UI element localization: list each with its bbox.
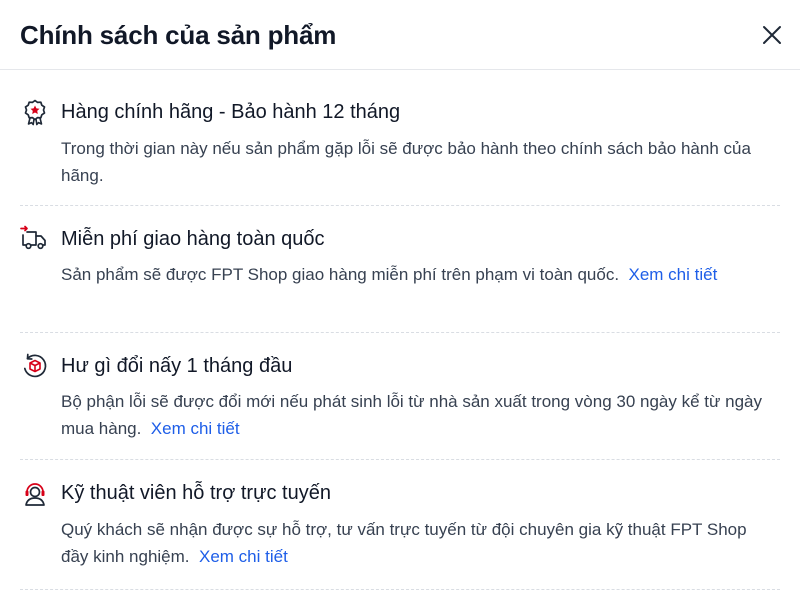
- policy-description: Bộ phận lỗi sẽ được đổi mới nếu phát sin…: [61, 388, 776, 442]
- policy-list: Hàng chính hãng - Bảo hành 12 tháng Tron…: [0, 70, 800, 590]
- policy-item-shipping: Miễn phí giao hàng toàn quốc Sản phẩm sẽ…: [20, 206, 780, 333]
- policy-item-exchange: Hư gì đổi nấy 1 tháng đầu Bộ phận lỗi sẽ…: [20, 333, 780, 460]
- return-box-icon: [20, 351, 50, 381]
- policy-item-support: Kỹ thuật viên hỗ trợ trực tuyến Quý khác…: [20, 460, 780, 590]
- policy-head: Miễn phí giao hàng toàn quốc: [20, 224, 325, 254]
- see-details-link[interactable]: Xem chi tiết: [199, 547, 288, 566]
- policy-head: Hàng chính hãng - Bảo hành 12 tháng: [20, 97, 400, 127]
- policy-item-warranty: Hàng chính hãng - Bảo hành 12 tháng Tron…: [20, 70, 780, 206]
- see-details-link[interactable]: Xem chi tiết: [629, 265, 718, 284]
- close-button[interactable]: [758, 21, 786, 49]
- policy-modal: Chính sách của sản phẩm Hàng chính hãng …: [0, 0, 800, 602]
- see-details-link[interactable]: Xem chi tiết: [151, 419, 240, 438]
- delivery-truck-icon: [20, 224, 50, 254]
- policy-description-text: Quý khách sẽ nhận được sự hỗ trợ, tư vấn…: [61, 520, 747, 566]
- policy-title: Kỹ thuật viên hỗ trợ trực tuyến: [61, 481, 331, 504]
- policy-description-text: Trong thời gian này nếu sản phẩm gặp lỗi…: [61, 139, 751, 185]
- policy-description: Trong thời gian này nếu sản phẩm gặp lỗi…: [61, 135, 776, 189]
- support-agent-icon: [20, 478, 50, 508]
- modal-header: Chính sách của sản phẩm: [0, 0, 800, 70]
- modal-title: Chính sách của sản phẩm: [20, 20, 337, 50]
- badge-star-icon: [20, 97, 50, 127]
- policy-description: Quý khách sẽ nhận được sự hỗ trợ, tư vấn…: [61, 516, 776, 570]
- policy-title: Hư gì đổi nấy 1 tháng đầu: [61, 354, 293, 377]
- policy-description-text: Sản phẩm sẽ được FPT Shop giao hàng miễn…: [61, 265, 620, 284]
- policy-title: Hàng chính hãng - Bảo hành 12 tháng: [61, 100, 401, 123]
- policy-head: Kỹ thuật viên hỗ trợ trực tuyến: [20, 478, 331, 508]
- close-icon: [763, 26, 781, 44]
- policy-description: Sản phẩm sẽ được FPT Shop giao hàng miễn…: [61, 261, 776, 288]
- policy-title: Miễn phí giao hàng toàn quốc: [61, 227, 325, 250]
- policy-head: Hư gì đổi nấy 1 tháng đầu: [20, 351, 292, 381]
